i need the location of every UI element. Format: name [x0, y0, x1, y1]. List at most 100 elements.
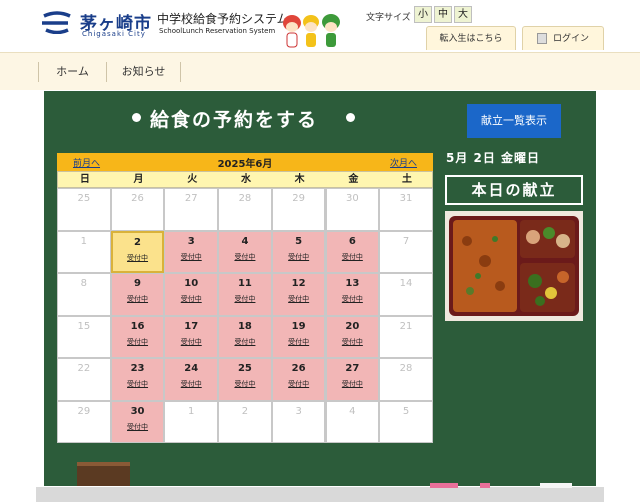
calendar-day-cell[interactable]: 12 受付中	[271, 273, 326, 316]
calendar-day-cell: 22	[57, 358, 111, 401]
day-number: 19	[291, 320, 306, 332]
calendar-day-cell[interactable]: 25 受付中	[218, 358, 272, 401]
weekday-label: 金	[348, 174, 359, 185]
calendar-day-cell: 3	[271, 400, 326, 443]
calendar-grid: 25 26 27 28 29 30 31 1 2 受付中 3 受付中 4 受付中 5 受付中 6 受付中 7 8 9 受付…	[57, 188, 433, 443]
calendar-day-cell[interactable]: 10 受付中	[164, 273, 219, 316]
day-number: 8	[80, 278, 88, 289]
reservation-status-link[interactable]: 受付中	[112, 294, 164, 304]
nav-home[interactable]: ホーム	[38, 62, 106, 82]
font-size-small-button[interactable]: 小	[414, 6, 432, 23]
reservation-status-link[interactable]: 受付中	[273, 252, 325, 262]
weekday-label: 木	[294, 174, 305, 185]
chalk-pink-small-decoration	[480, 483, 490, 488]
day-number: 25	[77, 193, 91, 204]
day-number: 13	[345, 278, 360, 289]
calendar-day-cell[interactable]: 16 受付中	[110, 315, 165, 358]
calendar-day-cell: 1	[164, 400, 219, 443]
reservation-status-link[interactable]: 受付中	[112, 379, 164, 389]
font-size-label: 文字サイズ	[366, 13, 411, 23]
reservation-status-link[interactable]: 受付中	[327, 252, 379, 262]
weekday-label: 水	[240, 174, 251, 185]
calendar-day-cell[interactable]: 18 受付中	[218, 315, 272, 358]
calendar-day-cell[interactable]: 6 受付中	[325, 230, 380, 273]
reservation-status-link[interactable]: 受付中	[165, 337, 217, 347]
calendar-day-cell[interactable]: 19 受付中	[271, 315, 326, 358]
calendar-day-cell[interactable]: 2 受付中	[110, 230, 165, 273]
reservation-status-link[interactable]: 受付中	[273, 294, 325, 304]
login-button[interactable]: ログイン	[522, 26, 604, 50]
reservation-status-link[interactable]: 受付中	[112, 337, 164, 347]
calendar-month-title: 2025年6月	[217, 159, 273, 170]
calendar-day-cell[interactable]: 26 受付中	[271, 358, 326, 401]
weekday-label: 日	[79, 174, 90, 185]
calendar-day-cell[interactable]: 9 受付中	[110, 273, 165, 316]
site-header: 茅ヶ崎市 Chigasaki City 中学校給食予約システム SchoolLu…	[0, 0, 640, 52]
calendar-day-cell: 28	[218, 188, 272, 231]
calendar-day-cell[interactable]: 30 受付中	[110, 400, 165, 443]
calendar-day-cell: 15	[57, 315, 111, 358]
day-number: 23	[130, 363, 145, 374]
day-number: 27	[184, 193, 198, 204]
weekday-label: 火	[187, 174, 198, 185]
day-number: 26	[131, 193, 144, 204]
city-logo-icon[interactable]	[40, 10, 74, 34]
day-number: 12	[291, 278, 306, 289]
day-number: 17	[184, 320, 199, 332]
calendar-day-cell[interactable]: 27 受付中	[325, 358, 380, 401]
reservation-status-link[interactable]: 受付中	[327, 294, 379, 304]
calendar-day-cell[interactable]: 24 受付中	[164, 358, 219, 401]
chalk-pink-decoration	[430, 483, 458, 488]
reservation-status-link[interactable]: 受付中	[273, 337, 325, 347]
calendar-day-cell[interactable]: 4 受付中	[218, 230, 272, 273]
transfer-student-button[interactable]: 転入生はこちら	[426, 26, 516, 50]
font-size-medium-button[interactable]: 中	[434, 6, 452, 23]
menu-list-button[interactable]: 献立一覧表示	[467, 104, 561, 138]
calendar-day-cell: 4	[325, 400, 380, 443]
day-number: 22	[77, 363, 91, 374]
calendar-day-cell[interactable]: 20 受付中	[325, 315, 380, 358]
reservation-status-link[interactable]: 受付中	[113, 253, 163, 263]
day-number: 25	[237, 363, 252, 374]
reservation-status-link[interactable]: 受付中	[219, 379, 271, 389]
next-month-link[interactable]: 次月へ	[390, 156, 417, 169]
day-number: 11	[237, 278, 252, 289]
day-number: 30	[345, 193, 359, 204]
day-number: 2	[241, 405, 249, 417]
prev-month-link[interactable]: 前月へ	[73, 156, 100, 169]
calendar-day-cell: 25	[57, 188, 111, 231]
calendar-day-cell[interactable]: 11 受付中	[218, 273, 272, 316]
day-number: 10	[184, 278, 199, 289]
weekday-label: 土	[402, 174, 413, 185]
day-number: 18	[237, 320, 252, 332]
reservation-status-link[interactable]: 受付中	[273, 379, 325, 389]
day-number: 27	[345, 363, 360, 374]
reservation-status-link[interactable]: 受付中	[327, 337, 379, 347]
reservation-status-link[interactable]: 受付中	[165, 294, 217, 304]
reservation-status-link[interactable]: 受付中	[165, 252, 217, 262]
reservation-status-link[interactable]: 受付中	[165, 379, 217, 389]
day-number: 24	[184, 363, 199, 374]
calendar-day-cell[interactable]: 17 受付中	[164, 315, 219, 358]
system-name-en: SchoolLunch Reservation System	[159, 27, 276, 35]
day-number: 2	[134, 236, 142, 248]
day-number: 29	[292, 193, 305, 204]
today-menu-label: 本日の献立	[445, 175, 583, 205]
font-size-large-button[interactable]: 大	[454, 6, 472, 23]
day-number: 9	[134, 278, 142, 289]
day-number: 29	[77, 405, 91, 417]
reservation-status-link[interactable]: 受付中	[327, 379, 379, 389]
day-number: 30	[130, 405, 145, 417]
calendar-day-cell[interactable]: 13 受付中	[325, 273, 380, 316]
nav-news[interactable]: お知らせ	[106, 62, 180, 82]
calendar-day-cell[interactable]: 23 受付中	[110, 358, 165, 401]
reservation-status-link[interactable]: 受付中	[112, 422, 164, 432]
calendar-day-cell: 31	[379, 188, 433, 231]
calendar-day-cell: 2	[218, 400, 272, 443]
reservation-status-link[interactable]: 受付中	[219, 337, 271, 347]
calendar-day-cell[interactable]: 5 受付中	[271, 230, 326, 273]
reservation-status-link[interactable]: 受付中	[219, 294, 271, 304]
calendar-day-cell[interactable]: 3 受付中	[164, 230, 219, 273]
reservation-status-link[interactable]: 受付中	[219, 252, 271, 262]
calendar-day-cell: 5	[379, 400, 433, 443]
